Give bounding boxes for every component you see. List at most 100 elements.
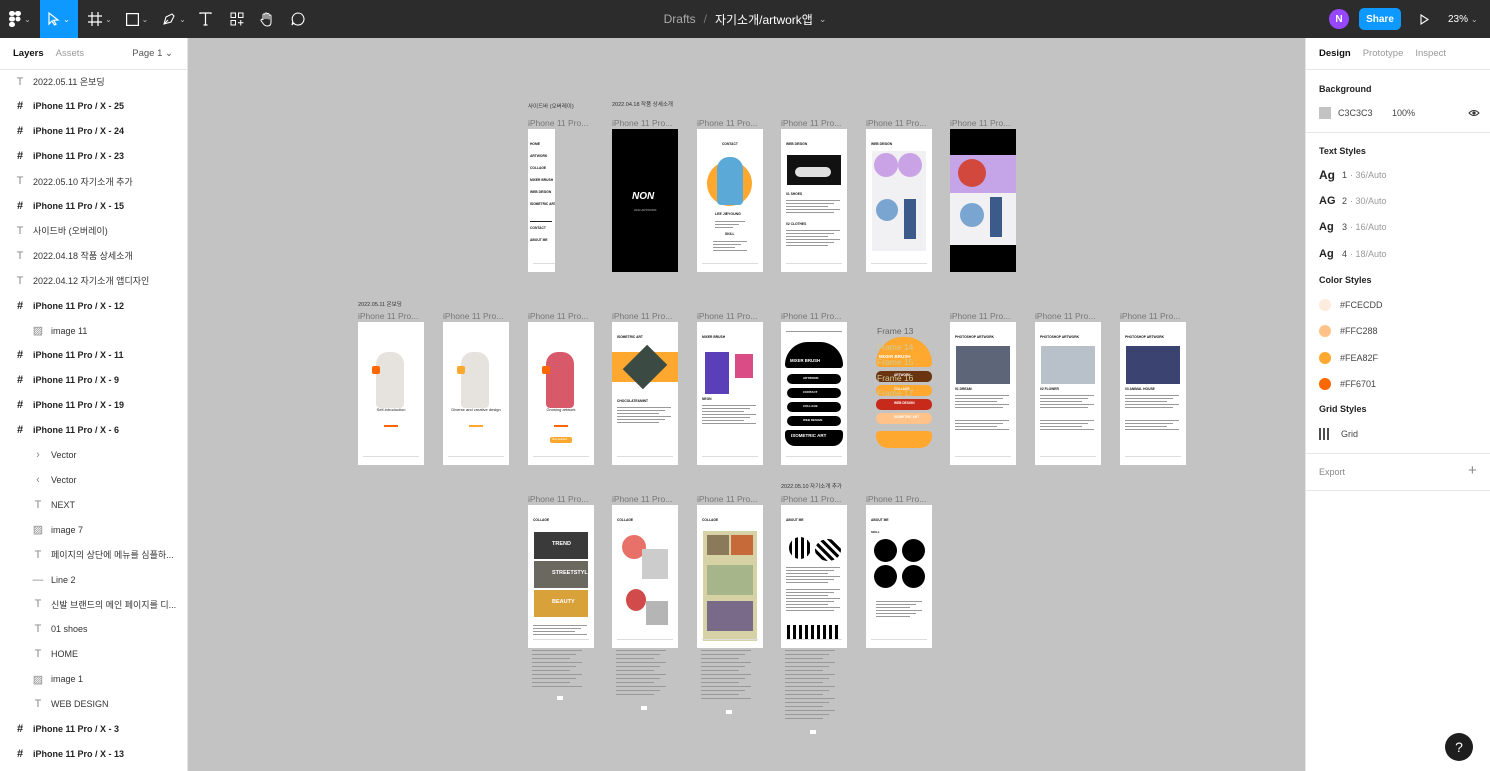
zoom-level: 23%: [1448, 13, 1469, 25]
background-swatch[interactable]: [1319, 107, 1331, 119]
layer-item[interactable]: # iPhone 11 Pro / X - 13: [0, 741, 187, 767]
phone-frame[interactable]: WEB DESIGN: [866, 129, 932, 272]
main-menu-button[interactable]: ⌄: [6, 0, 34, 38]
text-style-item[interactable]: AG 2 · 30/Auto: [1319, 195, 1387, 207]
phone-frame[interactable]: PHOTOSHOP ARTWORK 03 ANIMAL HOUSE: [1120, 322, 1186, 465]
frame-tool-button[interactable]: ⌄: [84, 0, 116, 38]
layer-name: Vector: [51, 450, 77, 460]
chevron-down-icon[interactable]: ⌄: [819, 14, 827, 25]
layer-item[interactable]: # iPhone 11 Pro / X - 6: [0, 417, 187, 443]
layer-item[interactable]: T 01 shoes: [0, 617, 187, 642]
text-line: [701, 686, 751, 687]
phone-frame[interactable]: WEB DESIGN 01 SHOES 02 CLOTHES: [781, 129, 847, 272]
help-button[interactable]: ?: [1445, 733, 1473, 761]
file-name[interactable]: 자기소개/artwork앱: [715, 11, 813, 28]
comment-tool-button[interactable]: [287, 0, 309, 38]
layer-item[interactable]: T 2022.04.12 자기소개 앱디자인: [0, 268, 187, 293]
menu-bar-label: ARTWORK: [803, 376, 819, 380]
layer-item[interactable]: T 2022.04.18 작품 상세소개: [0, 243, 187, 268]
text-line: [532, 650, 582, 651]
avatar[interactable]: N: [1329, 9, 1349, 29]
layer-item[interactable]: — Line 2: [0, 567, 187, 592]
get-started-button[interactable]: Get started: [550, 437, 572, 443]
skill-circle: [902, 565, 925, 588]
tab-layers[interactable]: Layers: [13, 48, 44, 59]
phone-frame[interactable]: HOME ARTWORK COLLAGE MIXER BRUSH WEB DESIGN I…: [528, 129, 555, 272]
background-hex[interactable]: C3C3C3: [1338, 108, 1392, 118]
layer-item[interactable]: T 신발 브랜드의 메인 페이지를 디...: [0, 592, 187, 617]
canvas[interactable]: 사이드바 (오버레이) 2022.04.18 작품 상세소개 2022.05.11 …: [188, 38, 1305, 771]
text-style-item[interactable]: Ag 3 · 16/Auto: [1319, 221, 1387, 233]
phone-frame[interactable]: MIXER BRUSH ARTWORK CONTACT COLLAGE WEB DESI…: [781, 322, 847, 465]
phone-frame[interactable]: Growing artwork Get started: [528, 322, 594, 465]
phone-frame[interactable]: ISOMETRIC ART CHOCOLATE&MINT: [612, 322, 678, 465]
layer-item[interactable]: T 페이지의 상단에 메뉴를 심플하...: [0, 542, 187, 567]
tab-prototype[interactable]: Prototype: [1363, 48, 1404, 59]
text-line: [786, 607, 840, 608]
layer-item[interactable]: T NEXT: [0, 492, 187, 517]
layer-item[interactable]: ▨ image 7: [0, 517, 187, 542]
breadcrumb: Drafts / 자기소개/artwork앱 ⌄: [0, 0, 1490, 38]
shape-tool-button[interactable]: ⌄: [121, 0, 153, 38]
grid-style-item[interactable]: Grid: [1319, 428, 1358, 440]
text-style-item[interactable]: Ag 1 · 36/Auto: [1319, 168, 1387, 182]
tab-assets[interactable]: Assets: [56, 48, 85, 59]
color-style-item[interactable]: #FFC288: [1319, 325, 1378, 338]
layer-item[interactable]: # iPhone 11 Pro / X - 3: [0, 716, 187, 742]
phone-frame[interactable]: Diverse and creative design: [443, 322, 509, 465]
layer-item[interactable]: ‹ Vector: [0, 467, 187, 492]
phone-frame[interactable]: COLLAGE: [612, 505, 678, 648]
phone-frame[interactable]: PHOTOSHOP ARTWORK 02 FLOWER: [1035, 322, 1101, 465]
share-button[interactable]: Share: [1359, 8, 1401, 30]
layer-name: image 7: [51, 524, 84, 535]
hand-tool-button[interactable]: [256, 0, 278, 38]
layer-item[interactable]: # iPhone 11 Pro / X - 11: [0, 342, 187, 368]
phone-frame[interactable]: ABOUT ME: [781, 505, 847, 648]
text-style-item[interactable]: Ag 4 · 18/Auto: [1319, 248, 1387, 260]
phone-frame[interactable]: COLLAGE: [697, 505, 763, 648]
phone-frame[interactable]: [950, 129, 1016, 272]
layer-item[interactable]: T 2022.05.10 자기소개 추가: [0, 169, 187, 194]
layer-item[interactable]: T 2022.05.11 온보딩: [0, 69, 187, 94]
image-icon: ▨: [32, 673, 44, 686]
phone-frame[interactable]: ABOUT ME SKILL: [866, 505, 932, 648]
add-export-icon[interactable]: +: [1468, 462, 1477, 479]
color-style-item[interactable]: #FCECDD: [1319, 299, 1383, 311]
move-tool-button[interactable]: ⌄: [40, 0, 78, 38]
background-opacity[interactable]: 100%: [1392, 108, 1415, 118]
color-style-item[interactable]: #FEA82F: [1319, 351, 1378, 364]
frame-label: iPhone 11 Pro...: [866, 494, 927, 504]
layer-item[interactable]: # iPhone 11 Pro / X - 19: [0, 392, 187, 418]
layer-item[interactable]: › Vector: [0, 443, 187, 468]
layer-item[interactable]: T HOME: [0, 642, 187, 667]
layer-item[interactable]: ▨ image 11: [0, 318, 187, 343]
tab-design[interactable]: Design: [1319, 48, 1351, 59]
phone-frame[interactable]: PHOTOSHOP ARTWORK 01 DREAM: [950, 322, 1016, 465]
tab-inspect[interactable]: Inspect: [1415, 48, 1446, 59]
phone-frame[interactable]: Self-introduction: [358, 322, 424, 465]
layer-item[interactable]: # iPhone 11 Pro / X - 12: [0, 293, 187, 319]
layer-item[interactable]: # iPhone 11 Pro / X - 24: [0, 118, 187, 144]
layer-item[interactable]: # iPhone 11 Pro / X - 15: [0, 193, 187, 219]
present-button[interactable]: [1414, 9, 1434, 29]
layer-item[interactable]: # iPhone 11 Pro / X - 23: [0, 143, 187, 169]
layer-item[interactable]: # iPhone 11 Pro / X - 25: [0, 93, 187, 119]
phone-frame[interactable]: NON 2022 ARTWORK: [612, 129, 678, 272]
layer-item[interactable]: T 사이드바 (오버레이): [0, 218, 187, 243]
color-style-item[interactable]: #FF6701: [1319, 377, 1376, 390]
breadcrumb-drafts[interactable]: Drafts: [664, 12, 696, 26]
zoom-menu[interactable]: 23% ⌄: [1448, 0, 1478, 38]
pen-tool-button[interactable]: ⌄: [159, 0, 189, 38]
page-selector[interactable]: Page 1 ⌄: [132, 48, 173, 59]
layer-item[interactable]: T WEB DESIGN: [0, 692, 187, 717]
phone-frame[interactable]: CONTACT LEE JIEYOUNG SKILL: [697, 129, 763, 272]
resources-tool-button[interactable]: [226, 0, 248, 38]
layer-name: 2022.04.12 자기소개 앱디자인: [33, 276, 150, 287]
layer-item[interactable]: # iPhone 11 Pro / X - 9: [0, 367, 187, 393]
text-tool-button[interactable]: [194, 0, 216, 38]
eye-icon[interactable]: [1468, 109, 1480, 117]
background-row[interactable]: C3C3C3 100%: [1319, 107, 1415, 119]
phone-frame[interactable]: MIXER BRUSH NEON: [697, 322, 763, 465]
layer-item[interactable]: ▨ image 1: [0, 667, 187, 692]
phone-frame[interactable]: COLLAGE TREND STREETSTYLE BEAUTY: [528, 505, 594, 648]
